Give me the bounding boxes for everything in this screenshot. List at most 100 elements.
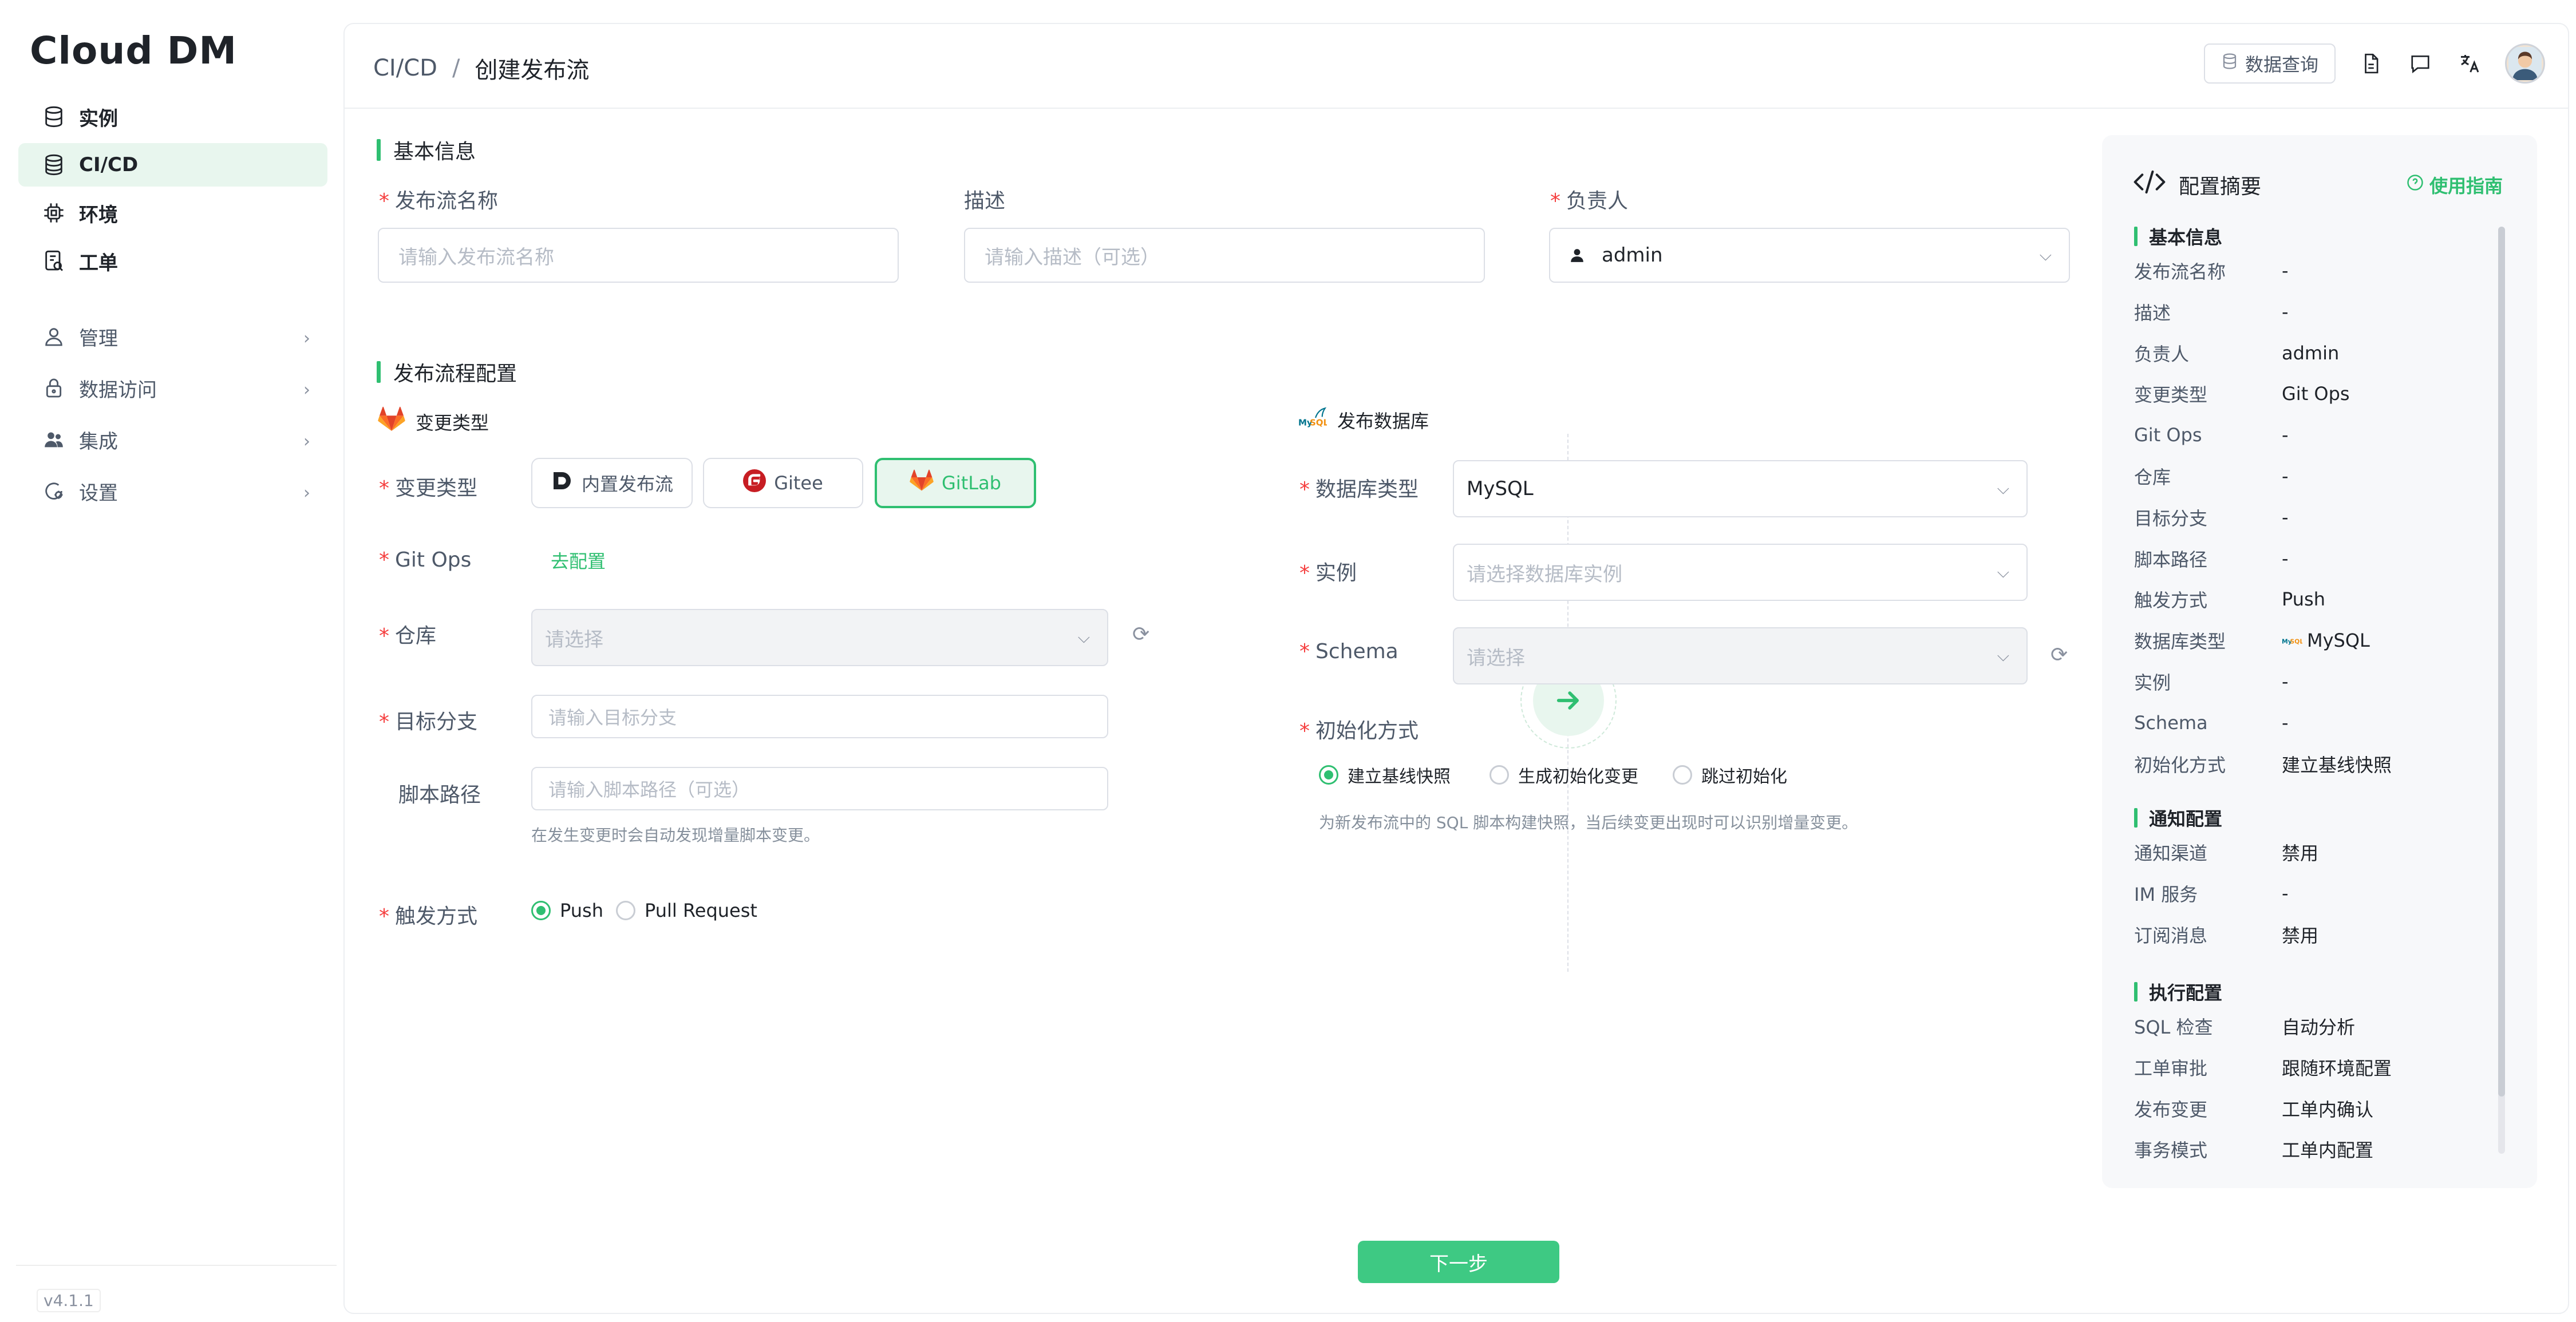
sidebar-item-label: CI/CD (79, 153, 139, 176)
schema-label: * Schema (1299, 640, 1398, 663)
required-mark: * (379, 710, 389, 734)
summary-key: 仓库 (2134, 466, 2171, 488)
radio-checked[interactable] (531, 901, 551, 920)
db-type-select[interactable]: MySQL ⌵ (1453, 460, 2028, 517)
label-text: Schema (1315, 640, 1398, 663)
summary-value: - (2282, 424, 2289, 446)
summary-title: 配置摘要 (2179, 175, 2262, 199)
option-label: Gitee (774, 472, 823, 494)
flow-config-section-title: 发布流程配置 (377, 357, 517, 387)
translate-icon[interactable] (2456, 50, 2483, 77)
summary-value-text: - (2282, 260, 2289, 282)
sidebar-item-label: 管理 (79, 327, 118, 350)
summary-value-text: 工单内配置 (2282, 1139, 2374, 1162)
sidebar: Cloud DM 实例 CI/CD 环境 工单 管理 › 数据访问 › 集成 ›… (8, 8, 337, 1314)
scrollbar-thumb[interactable] (2498, 227, 2505, 1097)
user-avatar[interactable] (2505, 43, 2545, 84)
summary-value-text: - (2282, 547, 2289, 569)
target-branch-input[interactable]: 请输入目标分支 (531, 695, 1108, 738)
required-mark: * (1299, 719, 1310, 743)
summary-value-text: - (2282, 671, 2289, 692)
usage-guide-link[interactable]: 使用指南 (2407, 172, 2503, 198)
sidebar-item-environments[interactable]: 环境 (18, 191, 327, 235)
change-type-option-builtin[interactable]: 内置发布流 (531, 458, 693, 508)
trigger-radio-push[interactable]: Push (531, 900, 603, 921)
summary-key: IM 服务 (2134, 883, 2198, 905)
summary-row: Git Ops - (2134, 421, 2500, 449)
radio-label: Pull Request (645, 900, 757, 921)
refresh-icon[interactable]: ⟳ (2050, 643, 2068, 667)
summary-key: 描述 (2134, 302, 2171, 324)
summary-row: 事务模式 工单内配置 (2134, 1135, 2500, 1163)
chat-icon[interactable] (2407, 50, 2434, 77)
ticket-icon (41, 248, 66, 274)
configure-gitops-link[interactable]: 去配置 (551, 547, 606, 573)
summary-key: SQL 检查 (2134, 1016, 2213, 1038)
trigger-radio-pull-request[interactable]: Pull Request (616, 900, 757, 921)
radio-unchecked[interactable] (1673, 765, 1692, 785)
summary-row: 订阅消息 禁用 (2134, 920, 2500, 949)
user-icon (41, 324, 66, 349)
release-name-input[interactable]: 请输入发布流名称 (378, 228, 899, 283)
next-step-button[interactable]: 下一步 (1358, 1241, 1559, 1283)
instance-select[interactable]: 请选择数据库实例 ⌵ (1453, 544, 2028, 601)
summary-value-text: - (2282, 882, 2289, 904)
init-radio-generate[interactable]: 生成初始化变更 (1490, 762, 1638, 787)
description-input[interactable]: 请输入描述（可选） (964, 228, 1485, 283)
summary-key: 目标分支 (2134, 507, 2208, 529)
required-mark: * (1550, 189, 1560, 213)
document-icon[interactable] (2357, 50, 2385, 77)
init-radio-baseline[interactable]: 建立基线快照 (1319, 762, 1451, 787)
sidebar-item-integrations[interactable]: 集成 › (18, 418, 327, 461)
change-type-option-gitlab[interactable]: GitLab (875, 458, 1036, 508)
placeholder-text: 请输入描述（可选） (985, 246, 1160, 269)
summary-value-text: - (2282, 465, 2289, 487)
label-text: 实例 (1315, 561, 1357, 585)
breadcrumb-root[interactable]: CI/CD (373, 55, 437, 81)
summary-section-exec: 执行配置 (2134, 979, 2222, 1005)
script-path-input[interactable]: 请输入脚本路径（可选） (531, 767, 1108, 810)
version-badge: v4.1.1 (37, 1289, 101, 1312)
data-query-button[interactable]: 数据查询 (2203, 43, 2336, 84)
summary-row: SQL 检查 自动分析 (2134, 1012, 2500, 1040)
owner-value: admin (1602, 244, 1663, 267)
repository-select[interactable]: 请选择 ⌵ (531, 609, 1108, 666)
summary-scrollbar[interactable] (2498, 227, 2505, 1154)
summary-key: 通知渠道 (2134, 842, 2208, 864)
sidebar-item-cicd[interactable]: CI/CD (18, 143, 327, 187)
init-radio-skip[interactable]: 跳过初始化 (1673, 762, 1787, 787)
db-type-value: MySQL (1467, 477, 1534, 500)
schema-select[interactable]: 请选择 ⌵ (1453, 627, 2028, 684)
database-stack-icon (41, 152, 66, 177)
config-summary-panel: 配置摘要 使用指南 基本信息 发布流名称 - 描述 - 负责人 admin 变更类型 Git … (2102, 135, 2537, 1188)
sidebar-item-label: 环境 (79, 203, 118, 227)
radio-checked[interactable] (1319, 765, 1338, 785)
sidebar-item-tickets[interactable]: 工单 (18, 239, 327, 283)
sidebar-item-settings[interactable]: 设置 › (18, 469, 327, 513)
summary-row: IM 服务 - (2134, 879, 2500, 908)
summary-value: admin (2282, 342, 2339, 364)
radio-unchecked[interactable] (1490, 765, 1509, 785)
sidebar-item-management[interactable]: 管理 › (18, 315, 327, 358)
breadcrumb: CI/CD / 创建发布流 (373, 52, 589, 85)
summary-row: 发布流名称 - (2134, 256, 2500, 285)
sidebar-item-data-access[interactable]: 数据访问 › (18, 366, 327, 410)
gitlab-icon (910, 469, 934, 497)
chevron-right-icon: › (303, 328, 310, 349)
mysql-icon: My SQL (2282, 630, 2304, 651)
chevron-right-icon: › (303, 380, 310, 400)
radio-unchecked[interactable] (616, 901, 635, 920)
radio-label: 跳过初始化 (1701, 767, 1787, 787)
sidebar-item-label: 工单 (79, 251, 118, 275)
app-logo[interactable]: Cloud DM (30, 29, 237, 73)
placeholder-text: 请选择数据库实例 (1467, 563, 1622, 586)
label-text: 发布流名称 (395, 189, 499, 213)
summary-value-text: - (2282, 711, 2289, 734)
label-text: 负责人 (1566, 189, 1629, 213)
refresh-icon[interactable]: ⟳ (1132, 623, 1149, 646)
change-type-option-gitee[interactable]: Gitee (703, 458, 863, 508)
owner-select[interactable]: admin ⌵ (1549, 228, 2070, 283)
sidebar-item-instances[interactable]: 实例 (18, 95, 327, 138)
summary-value: My SQL MySQL (2282, 630, 2370, 651)
init-method-hint: 为新发布流中的 SQL 脚本构建快照，当后续变更出现时可以识别增量变更。 (1319, 813, 1858, 832)
